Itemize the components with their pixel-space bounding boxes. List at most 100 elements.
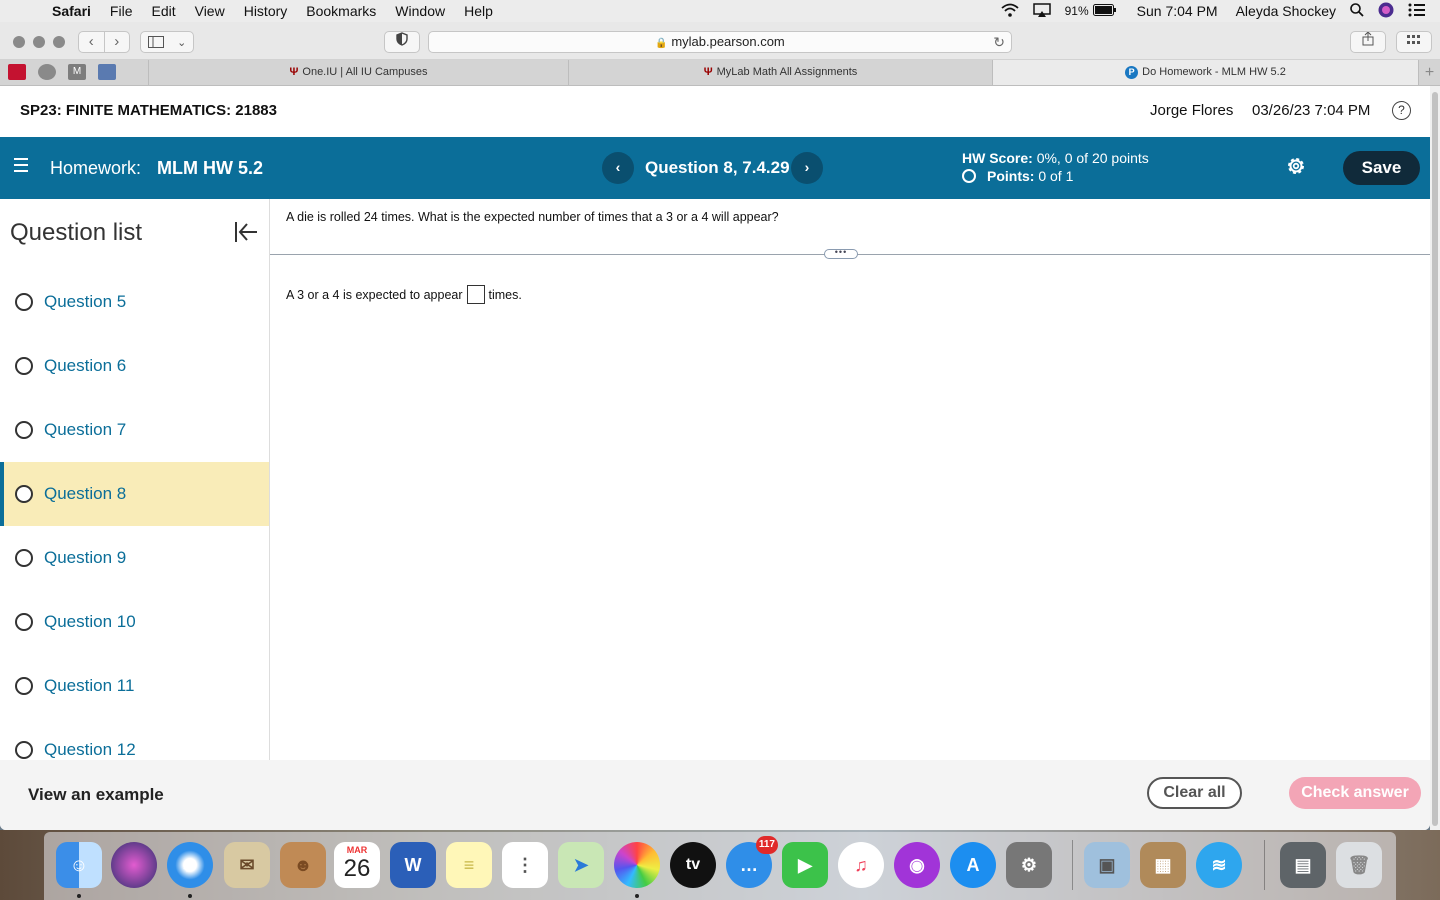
preview-icon[interactable]: ▣ xyxy=(1084,842,1130,888)
siri-icon[interactable] xyxy=(1378,2,1394,21)
maps-icon[interactable]: ➤ xyxy=(558,842,604,888)
web-page: SP23: FINITE MATHEMATICS: 21883 Jorge Fl… xyxy=(0,86,1430,830)
minimize-window-button[interactable] xyxy=(33,36,45,48)
running-indicator xyxy=(188,894,192,898)
check-answer-button[interactable]: Check answer xyxy=(1289,777,1421,809)
notes-icon[interactable]: ≡ xyxy=(446,842,492,888)
menu-file[interactable]: File xyxy=(110,3,133,19)
question-list-item-11[interactable]: Question 11 xyxy=(0,654,269,718)
address-bar[interactable]: 🔒 mylab.pearson.com ↻ xyxy=(428,31,1012,53)
favorite-m-icon[interactable]: M xyxy=(68,64,86,80)
tab-overview-button[interactable] xyxy=(1396,31,1432,53)
hamburger-menu-icon[interactable] xyxy=(14,158,28,172)
hw-score-value: 0%, 0 of 20 points xyxy=(1036,150,1149,166)
safari-icon[interactable]: ➶ xyxy=(167,842,213,888)
spotlight-search-icon[interactable] xyxy=(1350,2,1364,20)
contacts-icon[interactable]: ☻ xyxy=(280,842,326,888)
menu-edit[interactable]: Edit xyxy=(151,3,175,19)
airplay-icon[interactable] xyxy=(1032,2,1051,20)
collapse-panel-icon[interactable] xyxy=(234,221,258,243)
shield-icon xyxy=(396,32,408,46)
share-button[interactable] xyxy=(1350,31,1386,53)
app-store-icon[interactable]: A xyxy=(950,842,996,888)
close-window-button[interactable] xyxy=(13,36,25,48)
question-list-item-10[interactable]: Question 10 xyxy=(0,590,269,654)
messages-icon[interactable]: … 117 xyxy=(726,836,778,888)
new-tab-button[interactable]: + xyxy=(1418,60,1440,85)
zoom-window-button[interactable] xyxy=(53,36,65,48)
music-icon[interactable]: ♫ xyxy=(838,842,884,888)
trash-icon[interactable]: 🗑 xyxy=(1336,842,1382,888)
mail-icon[interactable]: ✉ xyxy=(224,842,270,888)
question-status-radio xyxy=(15,485,33,503)
wifi-diagnostics-icon[interactable]: ≋ xyxy=(1196,842,1242,888)
question-list-panel: Question list Question 5 Question 6 Ques… xyxy=(0,199,270,760)
url-text: mylab.pearson.com xyxy=(671,34,785,49)
notification-center-icon[interactable] xyxy=(1408,3,1426,20)
downloads-stack-icon[interactable]: ▤ xyxy=(1280,842,1326,888)
hw-score-label: HW Score: xyxy=(962,150,1033,166)
calendar-icon[interactable]: MAR 26 xyxy=(334,842,380,888)
question-list-item-5[interactable]: Question 5 xyxy=(0,270,269,334)
next-question-button[interactable]: › xyxy=(791,152,823,184)
menu-window[interactable]: Window xyxy=(395,3,445,19)
tab-do-homework[interactable]: P Do Homework - MLM HW 5.2 xyxy=(992,60,1418,85)
question-list-item-9[interactable]: Question 9 xyxy=(0,526,269,590)
save-button[interactable]: Save xyxy=(1343,151,1420,185)
dock-separator xyxy=(1072,840,1073,890)
mac-menubar: Safari File Edit View History Bookmarks … xyxy=(0,0,1440,22)
previous-question-button[interactable]: ‹ xyxy=(602,152,634,184)
system-preferences-icon[interactable]: ⚙ xyxy=(1006,842,1052,888)
current-datetime: 03/26/23 7:04 PM xyxy=(1252,102,1371,119)
favorite-iu-icon[interactable] xyxy=(8,64,26,80)
tab-title: One.IU | All IU Campuses xyxy=(302,66,428,78)
question-status-radio xyxy=(15,421,33,439)
photos-icon[interactable] xyxy=(614,842,660,888)
question-status-radio xyxy=(15,549,33,567)
battery-icon[interactable] xyxy=(1092,3,1117,19)
facetime-icon[interactable]: ▶ xyxy=(782,842,828,888)
menu-help[interactable]: Help xyxy=(464,3,493,19)
reminders-icon[interactable]: ⋮ xyxy=(502,842,548,888)
page-scrollbar[interactable] xyxy=(1430,86,1440,830)
privacy-report-button[interactable] xyxy=(384,31,420,53)
question-list-item-6[interactable]: Question 6 xyxy=(0,334,269,398)
sidebar-toggle-button[interactable]: ⌄ xyxy=(140,31,194,53)
hw-score: HW Score: 0%, 0 of 20 points xyxy=(962,150,1149,166)
points-label: Points: xyxy=(987,168,1035,184)
help-icon[interactable]: ? xyxy=(1392,101,1411,120)
question-list-item-7[interactable]: Question 7 xyxy=(0,398,269,462)
tab-mylab-assignments[interactable]: Ψ MyLab Math All Assignments xyxy=(568,60,992,85)
scrollbar-thumb[interactable] xyxy=(1432,92,1438,826)
siri-app-icon[interactable] xyxy=(111,842,157,888)
question-link: Question 12 xyxy=(44,740,136,759)
back-button[interactable]: ‹ xyxy=(79,32,104,52)
view-example-link[interactable]: View an example xyxy=(28,785,164,805)
answer-input[interactable] xyxy=(466,285,485,304)
question-list-item-8[interactable]: Question 8 xyxy=(0,462,269,526)
finder-icon[interactable]: ☺ xyxy=(56,842,102,888)
podcasts-icon[interactable]: ◉ xyxy=(894,842,940,888)
menubar-clock[interactable]: Sun 7:04 PM xyxy=(1137,3,1218,19)
pearson-p-icon: P xyxy=(1125,66,1139,79)
clear-all-button[interactable]: Clear all xyxy=(1147,777,1242,809)
menu-bookmarks[interactable]: Bookmarks xyxy=(306,3,376,19)
course-header: SP23: FINITE MATHEMATICS: 21883 Jorge Fl… xyxy=(0,86,1430,137)
question-title[interactable]: Question 8, 7.4.29 xyxy=(645,158,790,178)
gear-icon[interactable] xyxy=(1284,154,1308,178)
forward-button[interactable]: › xyxy=(103,32,130,52)
resize-handle[interactable]: ••• xyxy=(824,248,858,259)
microsoft-word-icon[interactable]: W xyxy=(390,842,436,888)
menu-view[interactable]: View xyxy=(195,3,225,19)
favorite-target-icon[interactable] xyxy=(38,64,56,80)
apple-tv-icon[interactable]: tv xyxy=(670,842,716,888)
menu-app-name[interactable]: Safari xyxy=(52,3,91,19)
menu-history[interactable]: History xyxy=(244,3,288,19)
menubar-user[interactable]: Aleyda Shockey xyxy=(1236,3,1336,19)
question-link: Question 9 xyxy=(44,548,127,567)
wifi-status-icon[interactable] xyxy=(1001,3,1019,20)
calculator-icon[interactable]: ▦ xyxy=(1140,842,1186,888)
reload-icon[interactable]: ↻ xyxy=(993,32,1005,52)
favorite-globe-icon[interactable] xyxy=(98,64,116,80)
tab-one-iu[interactable]: Ψ One.IU | All IU Campuses xyxy=(148,60,568,85)
